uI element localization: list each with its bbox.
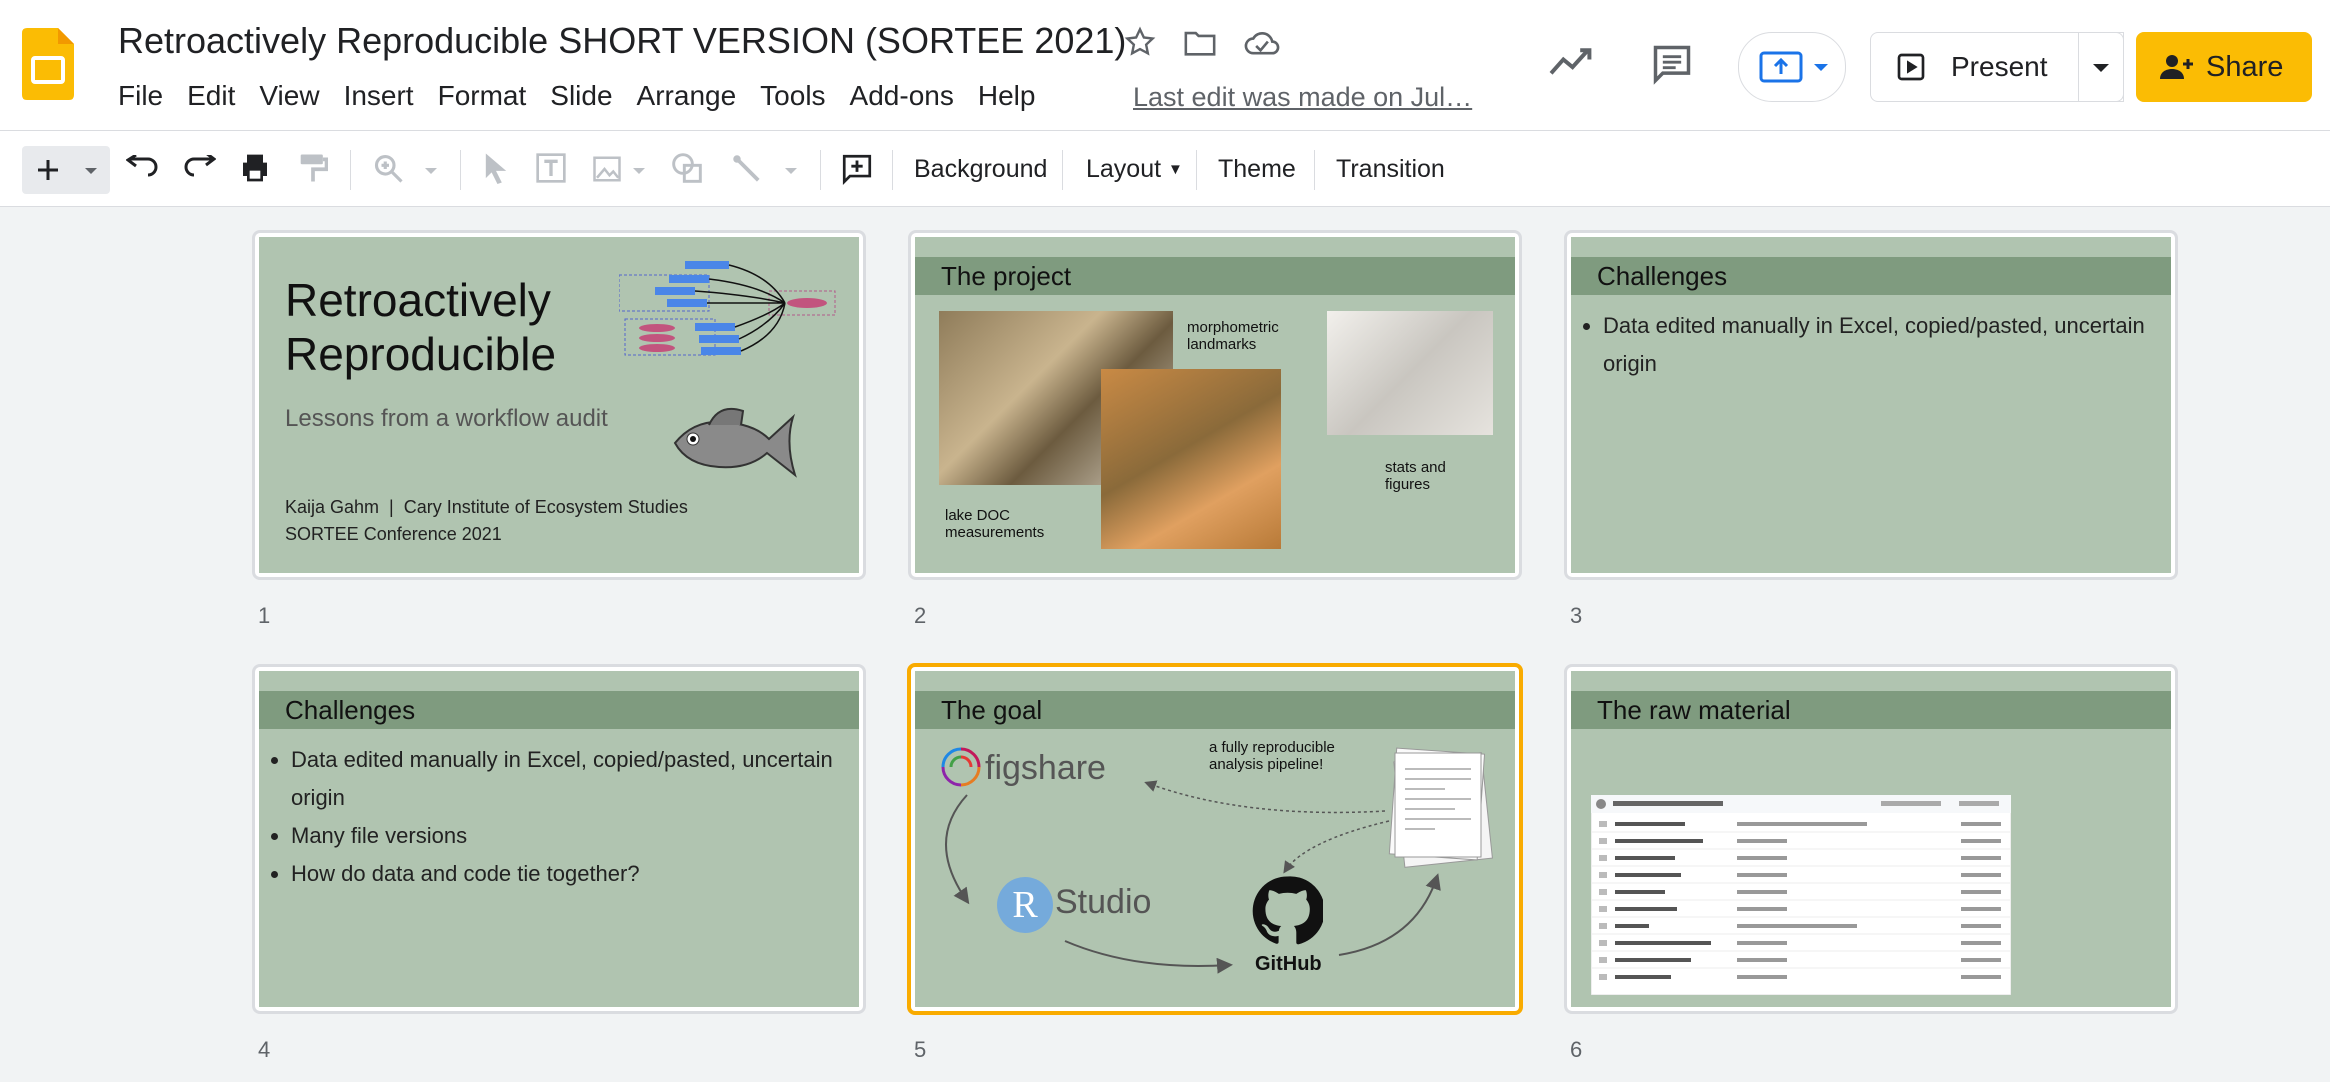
menu-view[interactable]: View [247,80,331,112]
pipeline-arrows [945,780,1441,974]
slide-1-title: Retroactively Reproducible [285,273,556,381]
slide-thumbnail-3[interactable]: Challenges Data edited manually in Excel… [1564,230,2178,580]
label-morphometric: morphometric landmarks [1187,319,1279,353]
slide-4-title-band: Challenges [259,691,859,729]
slide-6-canvas: The raw material [1571,671,2171,1007]
slideshow-icon [1897,53,1925,81]
slide-1-author: Kaija Gahm | Cary Institute of Ecosystem… [285,497,688,517]
activity-dashboard-icon[interactable] [1548,44,1594,83]
fish-illustration [673,407,797,478]
menu-tools[interactable]: Tools [748,80,837,112]
new-slide-button[interactable] [22,146,110,194]
slide-number-2: 2 [914,603,927,628]
slide-thumbnail-5[interactable]: The goal a fully reproducible analysis p… [907,663,1523,1015]
insert-image-icon[interactable] [592,154,622,189]
menu-help[interactable]: Help [966,80,1048,112]
document-title[interactable]: Retroactively Reproducible SHORT VERSION… [118,20,1126,62]
slide-4-bullet: How do data and code tie together? [291,855,845,893]
specimen-photo [1327,311,1493,435]
workflow-diagram-graphic [619,261,836,356]
slide-thumbnail-1[interactable]: Retroactively Reproducible Lessons from … [252,230,866,580]
slide-6-title-band: The raw material [1571,691,2171,729]
slide-3-canvas: Challenges Data edited manually in Excel… [1571,237,2171,573]
slide-5-canvas: The goal a fully reproducible analysis p… [915,671,1515,1007]
text-box-icon[interactable] [534,152,568,189]
zoom-icon[interactable] [372,154,406,189]
line-icon[interactable] [730,154,764,189]
menu-format[interactable]: Format [426,80,539,112]
slides-logo-icon[interactable] [22,28,74,100]
undo-icon[interactable] [125,153,160,184]
menu-bar: File Edit View Insert Format Slide Arran… [106,80,1047,112]
slide-number-5: 5 [914,1037,927,1062]
menu-file[interactable]: File [106,80,175,112]
present-label: Present [1951,51,2048,82]
select-cursor-icon[interactable] [484,152,508,189]
fish-photo [1101,369,1281,549]
background-button[interactable]: Background [914,155,1047,184]
cloud-saved-icon[interactable] [1243,28,1281,63]
slide-2-canvas: The project morphometric landmarks stats… [915,237,1515,573]
share-label: Share [2206,50,2284,83]
slide-number-4: 4 [258,1037,271,1062]
slide-6-title: The raw material [1597,695,1791,725]
slide-number-1: 1 [258,603,271,628]
menu-arrange[interactable]: Arrange [625,80,749,112]
menu-edit[interactable]: Edit [175,80,247,112]
share-button[interactable]: Share [2136,32,2312,102]
slide-thumbnail-6[interactable]: The raw material [1564,664,2178,1014]
slide-4-bullets: Data edited manually in Excel, copied/pa… [265,741,845,893]
label-stats: stats and figures [1385,459,1446,493]
add-comment-icon[interactable] [840,152,874,191]
theme-button[interactable]: Theme [1218,155,1296,184]
slide-3-title: Challenges [1597,261,1728,291]
slide-1-canvas: Retroactively Reproducible Lessons from … [259,237,859,573]
print-icon[interactable] [238,152,272,189]
label-doc: lake DOC measurements [945,507,1045,541]
menu-add-ons[interactable]: Add-ons [838,80,966,112]
slide-number-6: 6 [1570,1037,1583,1062]
slide-4-title: Challenges [285,695,416,725]
slide-thumbnail-2[interactable]: The project morphometric landmarks stats… [908,230,1522,580]
image-dropdown-icon[interactable] [632,167,646,175]
slide-number-3: 3 [1570,603,1583,628]
comments-icon[interactable] [1650,42,1694,91]
slide-3-bullets: Data edited manually in Excel, copied/pa… [1577,307,2157,383]
layout-label: Layout [1086,155,1162,183]
slide-2-title-band: The project [915,257,1515,295]
slide-4-canvas: Challenges Data edited manually in Excel… [259,671,859,1007]
slide-4-bullet: Data edited manually in Excel, copied/pa… [291,741,845,817]
slide-thumbnail-4[interactable]: Challenges Data edited manually in Excel… [252,664,866,1014]
slide-1-title-line1: Retroactively [285,274,551,326]
present-to-meeting-button[interactable] [1738,32,1846,102]
paint-format-icon[interactable] [298,152,329,189]
layout-button[interactable]: Layout ▼ [1086,155,1183,184]
slide-3-title-band: Challenges [1571,257,2171,295]
zoom-dropdown-icon[interactable] [424,167,438,175]
menu-slide[interactable]: Slide [538,80,624,112]
slide-2-title: The project [941,261,1072,291]
repository-file-list-screenshot [1591,795,2011,995]
star-icon[interactable] [1124,26,1156,63]
shape-icon[interactable] [670,152,704,189]
slide-1-title-line2: Reproducible [285,328,557,380]
person-add-icon [2160,55,2193,79]
layout-dropdown-icon: ▼ [1168,161,1183,178]
line-dropdown-icon[interactable] [784,167,798,175]
slide-4-bullet: Many file versions [291,817,845,855]
present-options-dropdown[interactable] [2078,32,2124,102]
slide-1-event: SORTEE Conference 2021 [285,524,502,544]
redo-icon[interactable] [182,151,217,184]
slide-3-bullet: Data edited manually in Excel, copied/pa… [1603,307,2157,383]
menu-insert[interactable]: Insert [332,80,426,112]
move-folder-icon[interactable] [1183,28,1217,63]
slide-1-subtitle: Lessons from a workflow audit [285,405,608,432]
transition-button[interactable]: Transition [1336,155,1445,184]
last-edit-link[interactable]: Last edit was made on Jul… [1133,82,1472,113]
